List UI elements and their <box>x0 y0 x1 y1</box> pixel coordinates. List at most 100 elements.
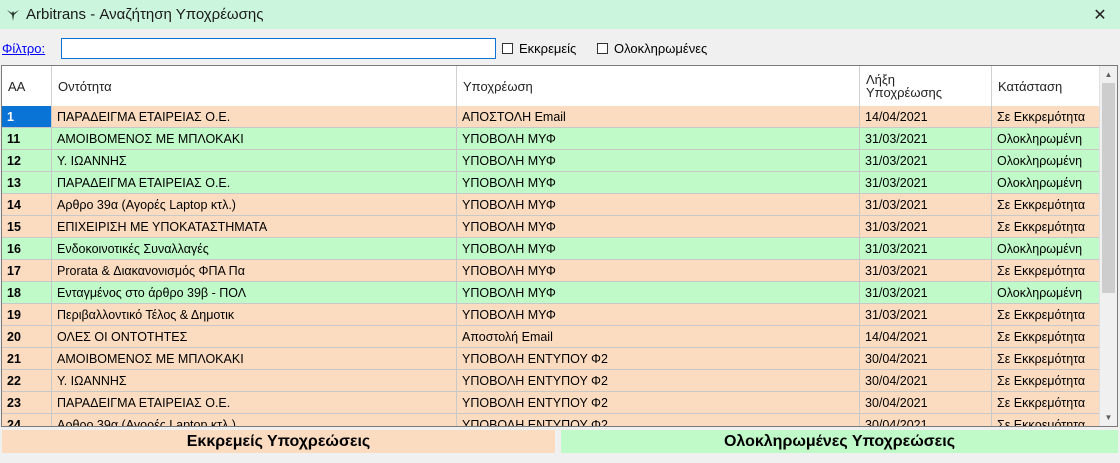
cell-status[interactable]: Σε Εκκρεμότητα <box>992 414 1101 426</box>
table-row[interactable]: 15 ΕΠΙΧΕΙΡΙΣΗ ΜΕ ΥΠΟΚΑΤΑΣΤΗΜΑΤΑ ΥΠΟΒΟΛΗ ΜΥ… <box>2 216 1101 238</box>
completed-checkbox-box[interactable] <box>597 43 608 54</box>
cell-expiry[interactable]: 31/03/2021 <box>860 128 992 149</box>
cell-status[interactable]: Σε Εκκρεμότητα <box>992 216 1101 237</box>
cell-entity[interactable]: Περιβαλλοντικό Τέλος & Δημοτικ <box>52 304 457 325</box>
header-obligation[interactable]: Υποχρέωση <box>457 66 860 106</box>
cell-obligation[interactable]: ΥΠΟΒΟΛΗ ΕΝΤΥΠΟΥ Φ2 <box>457 370 860 391</box>
cell-obligation[interactable]: ΥΠΟΒΟΛΗ ΜΥΦ <box>457 260 860 281</box>
table-row[interactable]: 22 Υ. ΙΩΑΝΝΗΣ ΥΠΟΒΟΛΗ ΕΝΤΥΠΟΥ Φ2 30/04/2021… <box>2 370 1101 392</box>
cell-aa[interactable]: 16 <box>2 238 52 259</box>
cell-aa[interactable]: 11 <box>2 128 52 149</box>
cell-obligation[interactable]: ΥΠΟΒΟΛΗ ΜΥΦ <box>457 216 860 237</box>
cell-status[interactable]: Σε Εκκρεμότητα <box>992 260 1101 281</box>
scroll-thumb[interactable] <box>1102 83 1115 293</box>
cell-status[interactable]: Σε Εκκρεμότητα <box>992 326 1101 347</box>
cell-entity[interactable]: Ενταγμένος στο άρθρο 39β - ΠΟΛ <box>52 282 457 303</box>
cell-entity[interactable]: Ενδοκοινοτικές Συναλλαγές <box>52 238 457 259</box>
table-row[interactable]: 24 Αρθρο 39α (Αγορές Laptop κτλ.) ΥΠΟΒΟΛΗ … <box>2 414 1101 426</box>
cell-expiry[interactable]: 31/03/2021 <box>860 194 992 215</box>
cell-obligation[interactable]: ΥΠΟΒΟΛΗ ΜΥΦ <box>457 150 860 171</box>
cell-status[interactable]: Ολοκληρωμένη <box>992 238 1101 259</box>
cell-entity[interactable]: Υ. ΙΩΑΝΝΗΣ <box>52 370 457 391</box>
cell-expiry[interactable]: 30/04/2021 <box>860 414 992 426</box>
cell-expiry[interactable]: 31/03/2021 <box>860 150 992 171</box>
cell-expiry[interactable]: 30/04/2021 <box>860 370 992 391</box>
table-row[interactable]: 21 ΑΜΟΙΒΟΜΕΝΟΣ ΜΕ ΜΠΛΟΚΑΚΙ ΥΠΟΒΟΛΗ ΕΝΤΥΠΟΥ… <box>2 348 1101 370</box>
cell-obligation[interactable]: ΥΠΟΒΟΛΗ ΜΥΦ <box>457 172 860 193</box>
filter-link[interactable]: Φίλτρο: <box>2 41 45 56</box>
cell-aa[interactable]: 12 <box>2 150 52 171</box>
table-row[interactable]: 23 ΠΑΡΑΔΕΙΓΜΑ ΕΤΑΙΡΕΙΑΣ Ο.Ε. ΥΠΟΒΟΛΗ ΕΝΤΥΠ… <box>2 392 1101 414</box>
cell-expiry[interactable]: 31/03/2021 <box>860 304 992 325</box>
cell-aa[interactable]: 21 <box>2 348 52 369</box>
cell-expiry[interactable]: 31/03/2021 <box>860 172 992 193</box>
cell-expiry[interactable]: 31/03/2021 <box>860 216 992 237</box>
cell-aa[interactable]: 17 <box>2 260 52 281</box>
cell-status[interactable]: Σε Εκκρεμότητα <box>992 106 1101 127</box>
table-row[interactable]: 18 Ενταγμένος στο άρθρο 39β - ΠΟΛ ΥΠΟΒΟΛΗ … <box>2 282 1101 304</box>
cell-entity[interactable]: ΟΛΕΣ ΟΙ ΟΝΤΟΤΗΤΕΣ <box>52 326 457 347</box>
table-row[interactable]: 12 Υ. ΙΩΑΝΝΗΣ ΥΠΟΒΟΛΗ ΜΥΦ 31/03/2021 Ολοκληρ… <box>2 150 1101 172</box>
cell-expiry[interactable]: 14/04/2021 <box>860 106 992 127</box>
filter-input[interactable] <box>61 38 496 59</box>
cell-status[interactable]: Ολοκληρωμένη <box>992 172 1101 193</box>
cell-status[interactable]: Σε Εκκρεμότητα <box>992 304 1101 325</box>
cell-expiry[interactable]: 31/03/2021 <box>860 282 992 303</box>
cell-entity[interactable]: ΑΜΟΙΒΟΜΕΝΟΣ ΜΕ ΜΠΛΟΚΑΚΙ <box>52 348 457 369</box>
cell-aa[interactable]: 1 <box>2 106 52 127</box>
cell-obligation[interactable]: ΥΠΟΒΟΛΗ ΕΝΤΥΠΟΥ Φ2 <box>457 392 860 413</box>
cell-entity[interactable]: ΑΜΟΙΒΟΜΕΝΟΣ ΜΕ ΜΠΛΟΚΑΚΙ <box>52 128 457 149</box>
scroll-up-arrow-icon[interactable]: ▲ <box>1100 66 1117 83</box>
cell-obligation[interactable]: Αποστολή Email <box>457 326 860 347</box>
cell-expiry[interactable]: 31/03/2021 <box>860 238 992 259</box>
table-row[interactable]: 20 ΟΛΕΣ ΟΙ ΟΝΤΟΤΗΤΕΣ Αποστολή Email 14/04/2… <box>2 326 1101 348</box>
cell-status[interactable]: Ολοκληρωμένη <box>992 128 1101 149</box>
vertical-scrollbar[interactable]: ▲ ▼ <box>1099 66 1117 426</box>
header-entity[interactable]: Οντότητα <box>52 66 457 106</box>
pending-checkbox-box[interactable] <box>502 43 513 54</box>
cell-status[interactable]: Ολοκληρωμένη <box>992 282 1101 303</box>
scroll-down-arrow-icon[interactable]: ▼ <box>1100 409 1117 426</box>
cell-aa[interactable]: 23 <box>2 392 52 413</box>
cell-aa[interactable]: 18 <box>2 282 52 303</box>
cell-obligation[interactable]: ΥΠΟΒΟΛΗ ΜΥΦ <box>457 304 860 325</box>
cell-obligation[interactable]: ΥΠΟΒΟΛΗ ΕΝΤΥΠΟΥ Φ2 <box>457 348 860 369</box>
cell-status[interactable]: Σε Εκκρεμότητα <box>992 194 1101 215</box>
table-row[interactable]: 17 Prorata & Διακανονισμός ΦΠΑ Πα ΥΠΟΒΟΛΗ … <box>2 260 1101 282</box>
cell-aa[interactable]: 24 <box>2 414 52 426</box>
cell-aa[interactable]: 15 <box>2 216 52 237</box>
pending-obligations-button[interactable]: Εκκρεμείς Υποχρεώσεις <box>2 430 555 453</box>
cell-obligation[interactable]: ΑΠΟΣΤΟΛΗ Email <box>457 106 860 127</box>
cell-entity[interactable]: Αρθρο 39α (Αγορές Laptop κτλ.) <box>52 194 457 215</box>
cell-obligation[interactable]: ΥΠΟΒΟΛΗ ΜΥΦ <box>457 194 860 215</box>
pending-checkbox[interactable]: Εκκρεμείς <box>502 41 576 56</box>
cell-obligation[interactable]: ΥΠΟΒΟΛΗ ΜΥΦ <box>457 282 860 303</box>
cell-status[interactable]: Σε Εκκρεμότητα <box>992 392 1101 413</box>
cell-expiry[interactable]: 30/04/2021 <box>860 392 992 413</box>
cell-entity[interactable]: ΠΑΡΑΔΕΙΓΜΑ ΕΤΑΙΡΕΙΑΣ Ο.Ε. <box>52 172 457 193</box>
table-row[interactable]: 19 Περιβαλλοντικό Τέλος & Δημοτικ ΥΠΟΒΟΛΗ … <box>2 304 1101 326</box>
cell-expiry[interactable]: 14/04/2021 <box>860 326 992 347</box>
cell-aa[interactable]: 20 <box>2 326 52 347</box>
cell-obligation[interactable]: ΥΠΟΒΟΛΗ ΕΝΤΥΠΟΥ Φ2 <box>457 414 860 426</box>
cell-obligation[interactable]: ΥΠΟΒΟΛΗ ΜΥΦ <box>457 128 860 149</box>
completed-obligations-button[interactable]: Ολοκληρωμένες Υποχρεώσεις <box>561 430 1118 453</box>
header-aa[interactable]: ΑΑ <box>2 66 52 106</box>
cell-expiry[interactable]: 30/04/2021 <box>860 348 992 369</box>
cell-entity[interactable]: Υ. ΙΩΑΝΝΗΣ <box>52 150 457 171</box>
cell-aa[interactable]: 13 <box>2 172 52 193</box>
cell-aa[interactable]: 22 <box>2 370 52 391</box>
cell-aa[interactable]: 19 <box>2 304 52 325</box>
cell-aa[interactable]: 14 <box>2 194 52 215</box>
header-status[interactable]: Κατάσταση <box>992 66 1101 106</box>
header-expiry[interactable]: Λήξη Υποχρέωσης <box>860 66 992 106</box>
cell-obligation[interactable]: ΥΠΟΒΟΛΗ ΜΥΦ <box>457 238 860 259</box>
cell-expiry[interactable]: 31/03/2021 <box>860 260 992 281</box>
cell-entity[interactable]: ΠΑΡΑΔΕΙΓΜΑ ΕΤΑΙΡΕΙΑΣ Ο.Ε. <box>52 392 457 413</box>
close-icon[interactable]: ✕ <box>1080 0 1120 29</box>
table-row[interactable]: 1 ΠΑΡΑΔΕΙΓΜΑ ΕΤΑΙΡΕΙΑΣ Ο.Ε. ΑΠΟΣΤΟΛΗ Email… <box>2 106 1101 128</box>
cell-entity[interactable]: Prorata & Διακανονισμός ΦΠΑ Πα <box>52 260 457 281</box>
completed-checkbox[interactable]: Ολοκληρωμένες <box>597 41 707 56</box>
cell-entity[interactable]: Αρθρο 39α (Αγορές Laptop κτλ.) <box>52 414 457 426</box>
cell-entity[interactable]: ΠΑΡΑΔΕΙΓΜΑ ΕΤΑΙΡΕΙΑΣ Ο.Ε. <box>52 106 457 127</box>
